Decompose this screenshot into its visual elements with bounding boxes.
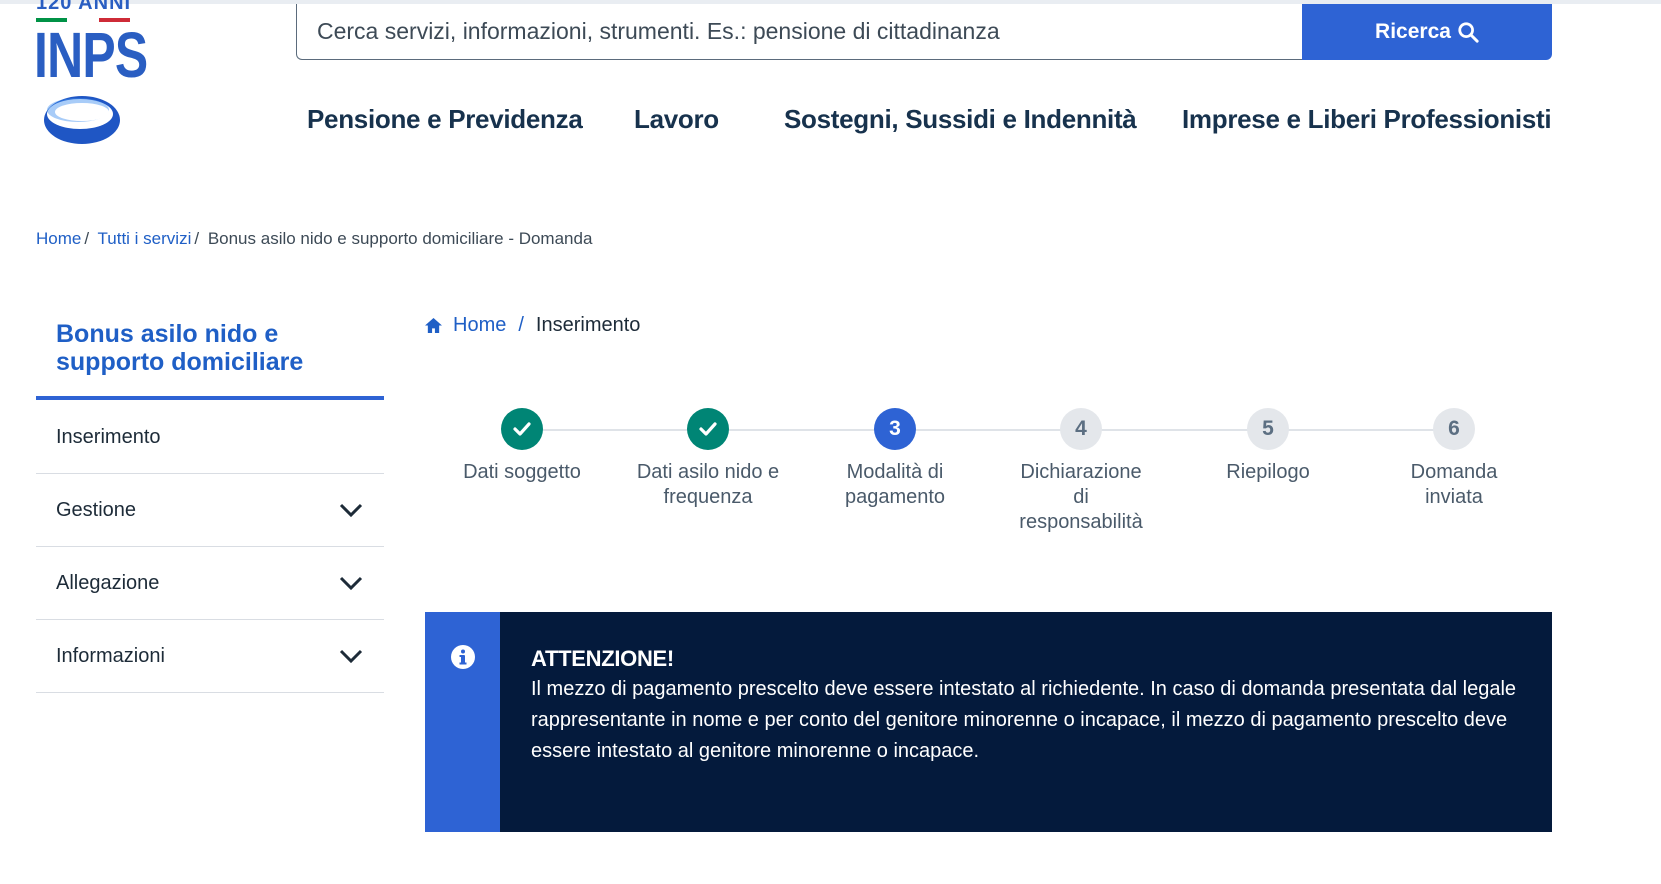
main-navigation: Pensione e Previdenza Lavoro Sostegni, S… xyxy=(0,104,1661,144)
step-number-circle: 4 xyxy=(1060,408,1102,450)
sidebar-item-label: Informazioni xyxy=(56,644,165,667)
breadcrumb-home[interactable]: Home xyxy=(36,229,81,248)
chevron-down-icon xyxy=(339,503,363,518)
step-6: 6 Domanda inviata xyxy=(1364,408,1544,510)
nav-sostegni-sussidi[interactable]: Sostegni, Sussidi e Indennità xyxy=(784,104,1137,135)
step-5: 5 Riepilogo xyxy=(1178,408,1358,485)
step-label: Dichiarazione di responsabilità xyxy=(1019,461,1143,533)
step-number-circle: 6 xyxy=(1433,408,1475,450)
alert-title: ATTENZIONE! xyxy=(531,646,674,671)
check-icon xyxy=(699,422,717,436)
search-icon xyxy=(1458,22,1479,43)
chevron-down-icon xyxy=(339,649,363,664)
sidebar-title-underline xyxy=(36,396,384,400)
step-label: Domanda inviata xyxy=(1410,461,1498,508)
progress-stepper: Dati soggetto Dati asilo nido e frequenz… xyxy=(424,408,1552,548)
step-done-circle xyxy=(687,408,729,450)
breadcrumb-tutti-servizi[interactable]: Tutti i servizi xyxy=(98,229,192,248)
step-label: Modalità di pagamento xyxy=(844,461,946,508)
sidebar-item-informazioni[interactable]: Informazioni xyxy=(36,620,384,693)
check-icon xyxy=(513,422,531,436)
step-4: 4 Dichiarazione di responsabilità xyxy=(991,408,1171,535)
breadcrumb: Home / Tutti i servizi / Bonus asilo nido … xyxy=(36,229,593,248)
step-label: Dati soggetto xyxy=(463,461,581,483)
nav-lavoro[interactable]: Lavoro xyxy=(634,104,719,135)
sidebar-item-gestione[interactable]: Gestione xyxy=(36,474,384,547)
step-3: 3 Modalità di pagamento xyxy=(805,408,985,510)
sidebar-item-label: Allegazione xyxy=(56,571,160,594)
step-label: Dati asilo nido e frequenza xyxy=(636,461,780,508)
warning-alert: ATTENZIONE! Il mezzo di pagamento presce… xyxy=(425,612,1552,832)
alert-icon-bar xyxy=(425,612,500,832)
alert-body: ATTENZIONE! Il mezzo di pagamento presce… xyxy=(500,612,1521,832)
info-icon xyxy=(450,645,475,669)
sidebar-title: Bonus asilo nido e supporto domiciliare xyxy=(56,320,304,376)
step-done-circle xyxy=(501,408,543,450)
logo-wordmark: INPS xyxy=(34,19,148,91)
search-input[interactable] xyxy=(317,18,1304,45)
breadcrumb-separator: / xyxy=(518,314,524,336)
search-field[interactable] xyxy=(296,4,1304,60)
step-label: Riepilogo xyxy=(1226,461,1310,483)
home-icon xyxy=(425,317,442,334)
nav-imprese-professionisti[interactable]: Imprese e Liberi Professionisti xyxy=(1182,104,1552,135)
step-number-circle: 5 xyxy=(1247,408,1289,450)
alert-text: Il mezzo di pagamento prescelto deve ess… xyxy=(531,678,1517,762)
sidebar-item-inserimento[interactable]: Inserimento xyxy=(36,401,384,474)
search-button-label: Ricerca xyxy=(1375,20,1451,43)
sidebar-item-allegazione[interactable]: Allegazione xyxy=(36,547,384,620)
breadcrumb-current: Bonus asilo nido e supporto domiciliare … xyxy=(207,229,593,248)
step-1: Dati soggetto xyxy=(432,408,612,485)
search-button[interactable]: Ricerca xyxy=(1302,4,1552,60)
wizard-breadcrumb-current: Inserimento xyxy=(535,314,641,336)
step-number-circle: 3 xyxy=(874,408,916,450)
wizard-breadcrumb: Home / Inserimento xyxy=(424,314,640,337)
nav-pensione-previdenza[interactable]: Pensione e Previdenza xyxy=(307,104,583,135)
wizard-breadcrumb-home[interactable]: Home xyxy=(453,314,506,337)
chevron-down-icon xyxy=(339,576,363,591)
step-2: Dati asilo nido e frequenza xyxy=(618,408,798,510)
logo-anniversary: 120 ANNI xyxy=(36,0,132,14)
sidebar-item-label: Inserimento xyxy=(56,425,161,448)
sidebar-item-label: Gestione xyxy=(56,498,137,521)
